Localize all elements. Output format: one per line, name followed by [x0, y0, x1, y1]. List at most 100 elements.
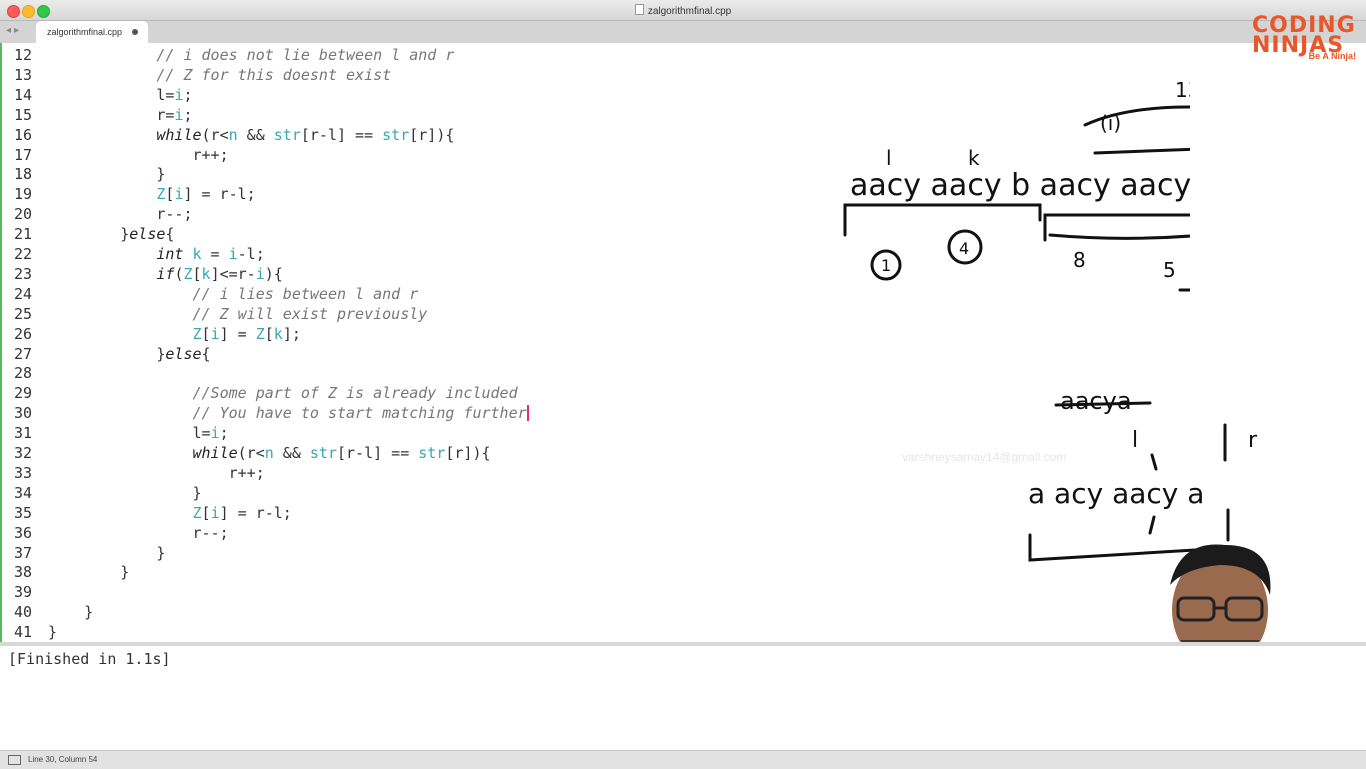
- code-text: r--;: [48, 523, 229, 542]
- code-text: r=i;: [48, 105, 193, 124]
- code-text: }: [48, 165, 166, 184]
- mark-i: (i): [1100, 111, 1121, 135]
- code-line[interactable]: 41}: [0, 623, 57, 642]
- code-text: int k = i-l;: [156, 245, 265, 263]
- code-line[interactable]: 26 Z[i] = Z[k];: [0, 324, 301, 345]
- code-line[interactable]: 40 }: [0, 603, 93, 623]
- line-number: 26: [13, 324, 32, 343]
- code-text: // Z will exist previously: [192, 304, 428, 323]
- code-text: // i lies between l and r: [192, 284, 419, 303]
- line-number: 21: [13, 225, 32, 244]
- code-line[interactable]: 13 // Z for this doesnt exist: [0, 65, 391, 86]
- build-output-panel[interactable]: [Finished in 1.1s]: [0, 642, 1366, 754]
- code-line[interactable]: 20 r--;: [0, 205, 193, 225]
- line-number: 13: [13, 65, 32, 84]
- line-number: 16: [13, 125, 32, 144]
- code-text: //Some part of Z is already included: [192, 384, 518, 403]
- line-number: 12: [13, 46, 32, 64]
- line-number: 38: [13, 563, 32, 582]
- code-line[interactable]: 35 Z[i] = r-l;: [0, 503, 292, 524]
- mark-l-bottom: l: [1132, 428, 1138, 453]
- code-line[interactable]: 15 r=i;: [0, 105, 193, 126]
- mark-4: 4: [959, 239, 969, 258]
- window-title-wrap: zalgorithmfinal.cpp: [0, 4, 1366, 17]
- code-line[interactable]: 17 r++;: [0, 145, 229, 166]
- status-bar: Line 30, Column 54: [0, 750, 1366, 769]
- code-text: }: [48, 543, 166, 562]
- code-line[interactable]: 21 }else{: [0, 225, 175, 245]
- code-text: while(r<n && str[r-l] == str[r]){: [192, 444, 491, 462]
- code-line[interactable]: 22 int k = i-l;: [0, 245, 265, 265]
- window-title: zalgorithmfinal.cpp: [647, 6, 732, 17]
- line-number: 40: [13, 603, 32, 622]
- line-number: 28: [13, 364, 32, 383]
- code-line[interactable]: 38 }: [0, 563, 129, 583]
- line-number: 37: [13, 543, 32, 562]
- file-icon: [634, 4, 644, 15]
- code-line[interactable]: 27 }else{: [0, 344, 211, 365]
- code-text: }else{: [48, 344, 211, 363]
- code-line[interactable]: 28: [0, 364, 32, 384]
- code-line[interactable]: 29 //Some part of Z is already included: [0, 384, 518, 404]
- line-number: 34: [13, 483, 32, 502]
- coding-ninjas-logo: CODING NINJAS Be A Ninja!: [1252, 15, 1362, 66]
- code-line[interactable]: 39: [0, 583, 32, 603]
- logo-tagline: Be A Ninja!: [1308, 51, 1356, 61]
- mark-k: k: [968, 146, 980, 170]
- line-number: 17: [13, 145, 32, 164]
- line-number: 27: [13, 344, 32, 363]
- line-number: 15: [13, 105, 32, 124]
- mark-1: 1: [881, 256, 891, 275]
- code-text: while(r<n && str[r-l] == str[r]){: [156, 125, 455, 144]
- line-number: 14: [13, 85, 32, 104]
- code-line[interactable]: 18 }: [0, 165, 165, 185]
- text-cursor: [526, 405, 529, 422]
- mark-13: 13: [1175, 78, 1190, 102]
- line-number: 33: [13, 463, 32, 482]
- code-text: r++;: [48, 145, 229, 164]
- line-number: 23: [13, 264, 32, 283]
- line-number: 22: [13, 245, 32, 263]
- build-output-text: [Finished in 1.1s]: [8, 650, 171, 668]
- diagram-bottom-text: a acy aacy a: [1028, 477, 1204, 510]
- code-text: if(Z[k]<=r-i){: [156, 264, 283, 283]
- code-line[interactable]: 12 // i does not lie between l and r: [0, 46, 454, 66]
- code-line[interactable]: 14 l=i;: [0, 85, 193, 106]
- line-number: 18: [13, 165, 32, 184]
- line-number: 29: [13, 384, 32, 403]
- code-text: }: [48, 603, 94, 622]
- line-number: 35: [13, 503, 32, 522]
- line-number: 19: [13, 185, 32, 204]
- code-line[interactable]: 30 // You have to start matching further: [0, 404, 529, 424]
- tab-nav-arrows-icon[interactable]: ◂▸: [6, 25, 22, 36]
- code-text: // i does not lie between l and r: [156, 46, 455, 64]
- code-line[interactable]: 31 l=i;: [0, 424, 229, 444]
- code-text: }: [48, 623, 58, 642]
- diagram-top-text: aacy aacy b aacy aacy a x: [850, 168, 1190, 203]
- unsaved-dot-icon[interactable]: [132, 29, 138, 35]
- code-text: r++;: [48, 463, 265, 482]
- code-line[interactable]: 34 }: [0, 483, 202, 504]
- code-text: l=i;: [48, 85, 193, 104]
- code-line[interactable]: 25 // Z will exist previously: [0, 304, 427, 325]
- mark-l: l: [886, 146, 892, 170]
- strike-text: aacya: [1060, 387, 1132, 415]
- code-line[interactable]: 36 r--;: [0, 523, 229, 544]
- line-number: 36: [13, 523, 32, 542]
- code-text: Z[i] = r-l;: [156, 185, 256, 204]
- code-line[interactable]: 23 if(Z[k]<=r-i){: [0, 264, 283, 285]
- line-number: 20: [13, 205, 32, 224]
- code-text: Z[i] = Z[k];: [192, 324, 301, 343]
- tab-label: zalgorithmfinal.cpp: [47, 27, 123, 37]
- code-line[interactable]: 37 }: [0, 543, 165, 564]
- code-line[interactable]: 32 while(r<n && str[r-l] == str[r]){: [0, 444, 491, 464]
- tab-zalgorithmfinal[interactable]: zalgorithmfinal.cpp: [36, 21, 148, 43]
- code-line[interactable]: 16 while(r<n && str[r-l] == str[r]){: [0, 125, 454, 146]
- code-line[interactable]: 19 Z[i] = r-l;: [0, 185, 256, 205]
- title-bar: zalgorithmfinal.cpp: [0, 0, 1366, 21]
- code-line[interactable]: 24 // i lies between l and r: [0, 285, 418, 305]
- line-number: 25: [13, 304, 32, 323]
- panel-toggle-icon[interactable]: [8, 755, 21, 765]
- line-number: 41: [13, 623, 32, 642]
- code-line[interactable]: 33 r++;: [0, 463, 265, 484]
